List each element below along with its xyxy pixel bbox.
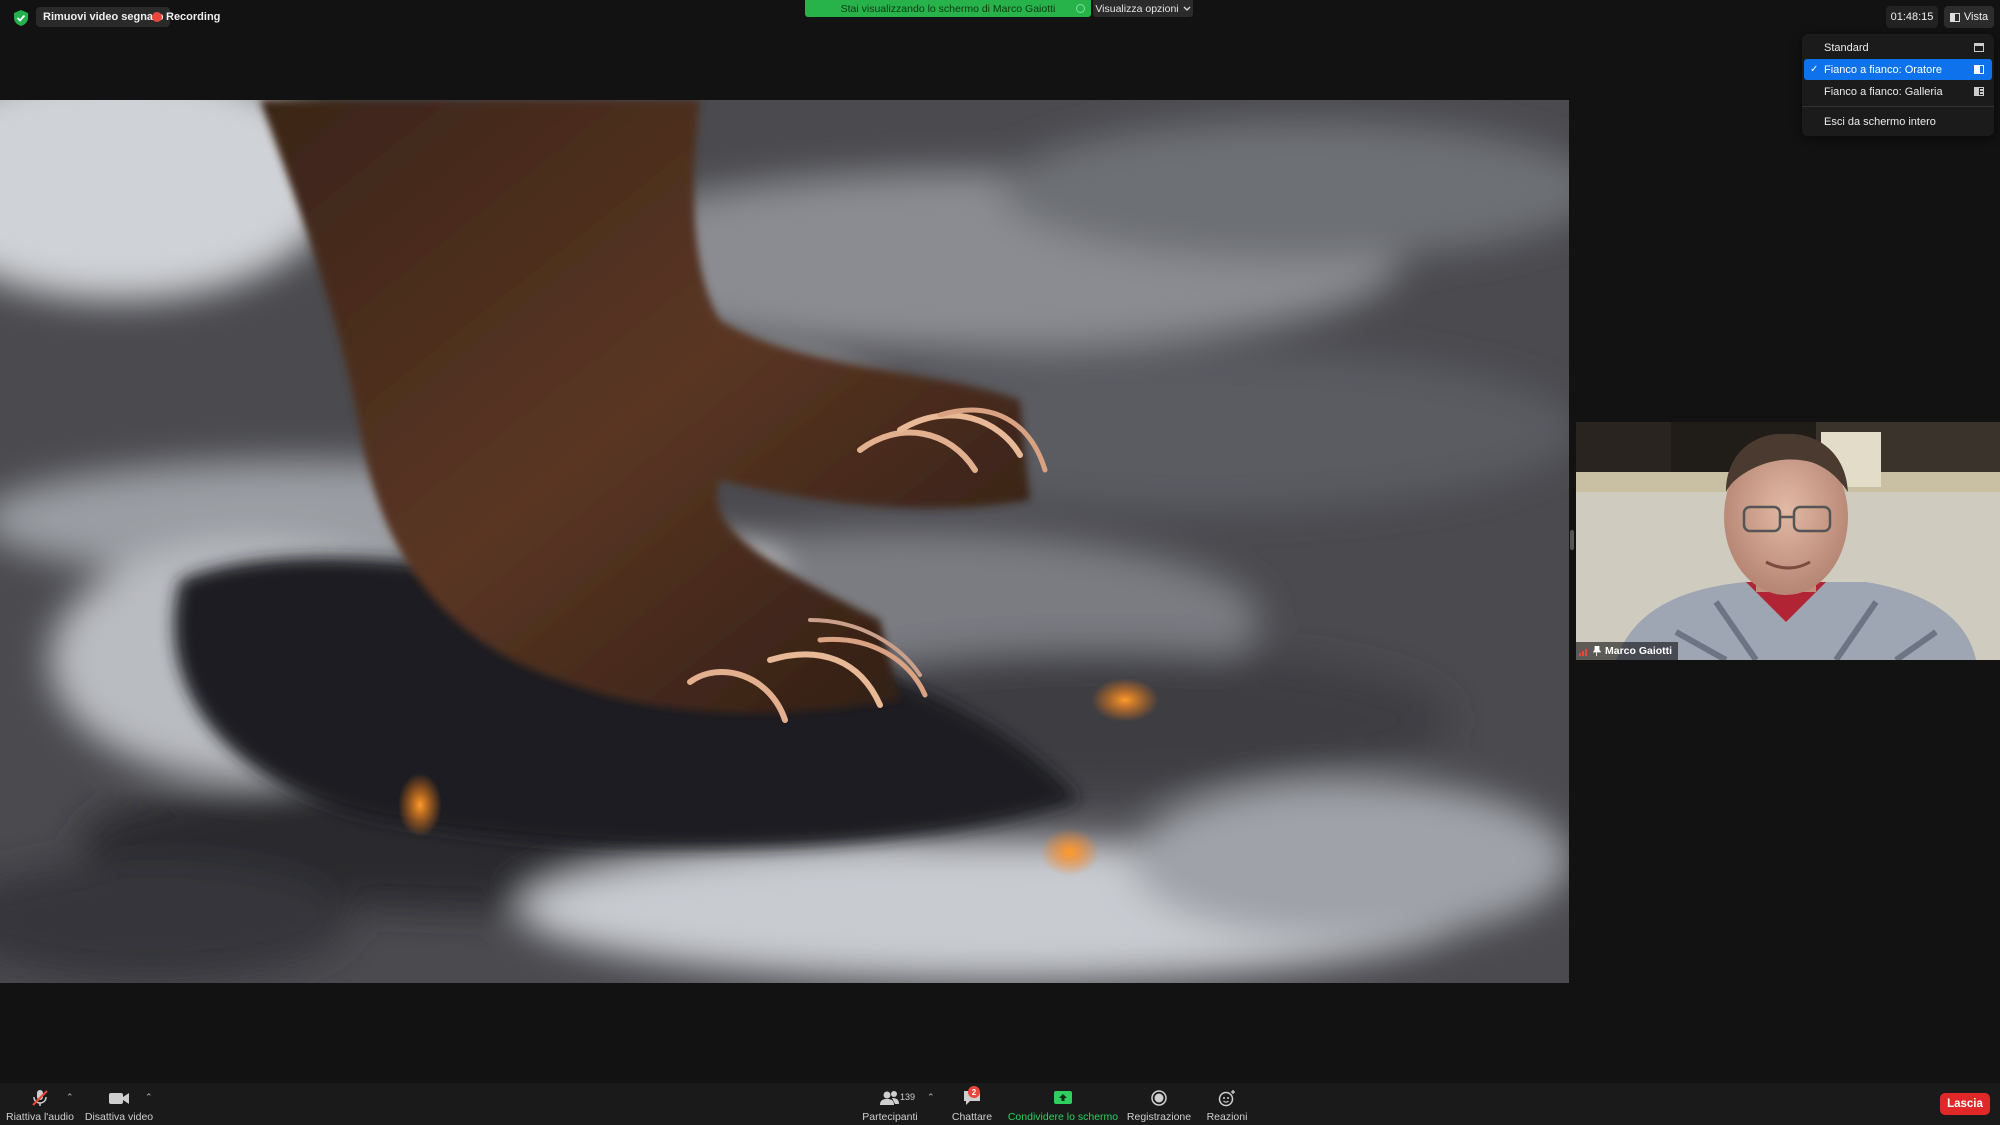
menu-item-exit-fullscreen[interactable]: Esci da schermo intero [1804, 111, 1992, 132]
share-screen-label: Condividere lo schermo [1007, 1111, 1119, 1123]
share-screen-icon [1054, 1091, 1072, 1104]
recording-dot-icon [152, 12, 162, 22]
meeting-timer-text: 01:48:15 [1890, 11, 1934, 23]
menu-item-label: Fianco a fianco: Galleria [1824, 85, 1943, 98]
shared-screen-image [0, 100, 1569, 983]
view-options-button[interactable]: Visualizza opzioni [1093, 0, 1193, 17]
meeting-toolbar: Riattiva l'audio ⌃ Disattiva video ⌃ 139… [0, 1083, 2000, 1125]
participant-name-tag: Marco Gaiotti [1576, 642, 1679, 660]
panel-resize-handle[interactable] [1570, 530, 1574, 550]
menu-item-standard[interactable]: Standard [1804, 37, 1992, 58]
video-camera-icon [109, 1093, 129, 1104]
layout-icon [1949, 12, 1960, 22]
participants-icon [880, 1091, 899, 1105]
meeting-timer: 01:48:15 [1886, 6, 1938, 28]
share-status-ring-icon [1076, 4, 1085, 13]
pin-icon [1593, 646, 1601, 656]
view-menu: Standard ✓ Fianco a fianco: Oratore Fian… [1802, 34, 1994, 136]
view-button-label: Vista [1963, 11, 1989, 23]
participants-label: Partecipanti [862, 1111, 918, 1123]
chevron-down-icon [1183, 6, 1191, 11]
view-button[interactable]: Vista [1944, 6, 1994, 28]
record-button[interactable]: Registrazione [1126, 1083, 1192, 1125]
record-icon [1151, 1090, 1167, 1106]
reactions-smiley-icon [1218, 1090, 1235, 1107]
participants-count: 139 [900, 1092, 916, 1102]
video-options-chevron-icon[interactable]: ⌃ [145, 1092, 155, 1102]
security-shield-icon[interactable] [12, 9, 30, 27]
unmute-audio-button[interactable]: Riattiva l'audio [6, 1083, 74, 1125]
audio-options-chevron-icon[interactable]: ⌃ [66, 1092, 76, 1102]
stop-video-button[interactable]: Disattiva video [84, 1083, 154, 1125]
signal-strength-icon [1579, 648, 1587, 656]
participant-video [1576, 422, 2000, 660]
participants-button[interactable]: 139 Partecipanti [860, 1083, 920, 1125]
leave-meeting-label: Lascia [1947, 1098, 1983, 1110]
share-banner-text: Stai visualizzando lo schermo di Marco G… [840, 2, 1056, 15]
menu-item-side-by-side-speaker[interactable]: ✓ Fianco a fianco: Oratore [1804, 59, 1992, 80]
menu-item-label: Fianco a fianco: Oratore [1824, 63, 1943, 76]
side-by-side-gallery-icon [1974, 87, 1984, 96]
participants-options-chevron-icon[interactable]: ⌃ [927, 1092, 937, 1102]
reactions-button[interactable]: Reazioni [1200, 1083, 1254, 1125]
view-options-label: Visualizza opzioni [1095, 2, 1179, 15]
side-by-side-speaker-icon [1974, 65, 1984, 74]
checkmark-icon: ✓ [1810, 64, 1819, 75]
chat-button[interactable]: 2 Chattare [944, 1083, 1000, 1125]
share-screen-button[interactable]: Condividere lo schermo [1008, 1083, 1118, 1125]
participant-video-tile[interactable]: Marco Gaiotti [1576, 422, 2000, 660]
recording-indicator[interactable]: Recording [150, 7, 222, 27]
recording-label: Recording [166, 11, 221, 23]
unmute-audio-label: Riattiva l'audio [6, 1111, 74, 1123]
record-label: Registrazione [1126, 1111, 1192, 1123]
screen-share-banner: Stai visualizzando lo schermo di Marco G… [805, 0, 1091, 17]
reactions-label: Reazioni [1206, 1111, 1248, 1123]
stop-video-label: Disattiva video [84, 1111, 154, 1123]
chat-unread-badge: 2 [968, 1086, 980, 1098]
chat-label: Chattare [951, 1111, 993, 1123]
shared-screen[interactable] [0, 100, 1569, 983]
menu-item-side-by-side-gallery[interactable]: Fianco a fianco: Galleria [1804, 81, 1992, 102]
menu-item-label: Esci da schermo intero [1824, 115, 1936, 128]
remove-video-label: Rimuovi video segnato [43, 11, 164, 23]
microphone-muted-icon [32, 1090, 48, 1106]
menu-item-label: Standard [1824, 41, 1869, 54]
leave-meeting-button[interactable]: Lascia [1940, 1093, 1990, 1115]
standard-layout-icon [1974, 43, 1984, 52]
participant-name: Marco Gaiotti [1605, 645, 1673, 657]
menu-divider [1802, 106, 1994, 107]
